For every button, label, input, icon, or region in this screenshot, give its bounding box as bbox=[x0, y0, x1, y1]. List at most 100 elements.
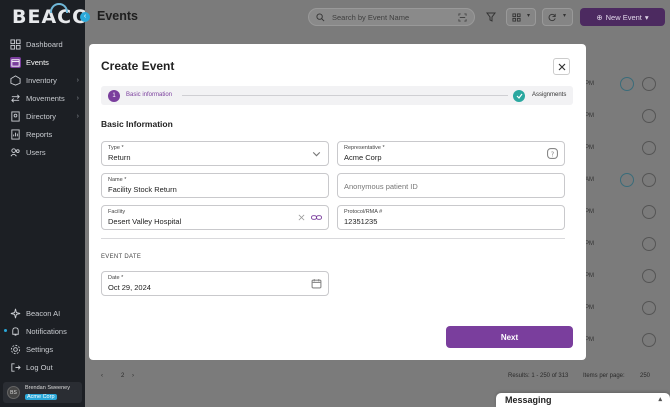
view-toggle-button[interactable]: ▾ bbox=[506, 8, 536, 26]
results-count: Results: 1 - 250 of 313 bbox=[508, 373, 569, 379]
copy-icon[interactable] bbox=[642, 333, 656, 347]
sidebar-collapse-button[interactable]: ‹ bbox=[80, 12, 90, 22]
logo-signal-icon bbox=[50, 3, 68, 13]
reports-icon bbox=[10, 128, 21, 140]
chevron-down-icon: ▾ bbox=[527, 13, 531, 19]
step-number-badge: 1 bbox=[108, 90, 120, 102]
users-icon bbox=[10, 147, 21, 158]
date-field[interactable]: Date * Oct 29, 2024 bbox=[101, 271, 329, 296]
sidebar-item-events[interactable]: Events bbox=[0, 54, 85, 70]
copy-icon[interactable] bbox=[642, 301, 656, 315]
items-per-page-label: Items per page: bbox=[583, 373, 625, 379]
search-input[interactable]: Search by Event Name bbox=[332, 13, 409, 22]
filter-icon[interactable] bbox=[486, 12, 496, 22]
items-per-page-select[interactable]: 250 bbox=[640, 373, 650, 379]
user-profile[interactable]: BS Brendan Sweeney Acme Corp bbox=[3, 382, 82, 403]
calendar-icon[interactable] bbox=[311, 278, 322, 289]
page-number[interactable]: 2 bbox=[121, 373, 124, 379]
bell-icon bbox=[10, 326, 21, 337]
avatar: BS bbox=[7, 386, 20, 399]
sidebar-item-label: Beacon AI bbox=[26, 308, 61, 318]
new-event-label: New Event bbox=[605, 12, 642, 22]
box-icon bbox=[10, 74, 21, 86]
chevron-down-icon: ▾ bbox=[563, 13, 567, 19]
representative-field[interactable]: Representative * Acme Corp ? bbox=[337, 141, 565, 166]
sidebar-item-inventory[interactable]: Inventory › bbox=[0, 72, 85, 88]
row-time: PM bbox=[585, 273, 594, 279]
chevron-down-icon: ▾ bbox=[644, 12, 649, 22]
messaging-label: Messaging bbox=[505, 395, 552, 405]
scan-icon[interactable] bbox=[458, 13, 467, 22]
next-button[interactable]: Next bbox=[446, 326, 573, 348]
name-value: Facility Stock Return bbox=[108, 185, 177, 194]
copy-icon[interactable] bbox=[642, 205, 656, 219]
chevron-right-icon: › bbox=[76, 112, 79, 120]
sidebar-item-movements[interactable]: Movements › bbox=[0, 90, 85, 106]
link-icon[interactable] bbox=[311, 212, 322, 223]
clear-icon[interactable] bbox=[298, 214, 305, 221]
chevron-down-icon bbox=[312, 152, 321, 157]
sidebar-item-beacon-ai[interactable]: Beacon AI bbox=[0, 305, 85, 321]
step-connector bbox=[182, 95, 508, 96]
copy-icon[interactable] bbox=[642, 237, 656, 251]
close-icon bbox=[558, 63, 565, 70]
sidebar-item-reports[interactable]: Reports bbox=[0, 126, 85, 142]
search-bar[interactable]: Search by Event Name bbox=[308, 8, 475, 26]
send-icon[interactable] bbox=[620, 77, 634, 91]
name-field[interactable]: Name * Facility Stock Return bbox=[101, 173, 329, 198]
sidebar-item-notifications[interactable]: Notifications bbox=[0, 323, 85, 339]
sidebar: BEACON Dashboard Events Inventory › Move… bbox=[0, 0, 105, 407]
sidebar-item-logout[interactable]: Log Out bbox=[0, 359, 85, 375]
search-icon bbox=[316, 13, 325, 22]
check-icon bbox=[516, 93, 522, 99]
next-page-button[interactable]: › bbox=[132, 373, 134, 379]
svg-text:?: ? bbox=[551, 150, 555, 158]
user-name: Brendan Sweeney bbox=[25, 385, 70, 391]
row-time: PM bbox=[585, 113, 594, 119]
date-value: Oct 29, 2024 bbox=[108, 283, 151, 292]
sidebar-item-dashboard[interactable]: Dashboard bbox=[0, 36, 85, 52]
chevron-right-icon: › bbox=[76, 76, 79, 84]
row-time: PM bbox=[585, 81, 594, 87]
type-label: Type * bbox=[108, 145, 124, 151]
row-time: PM bbox=[585, 337, 594, 343]
sidebar-item-label: Movements bbox=[26, 93, 65, 103]
facility-label: Facility bbox=[108, 209, 126, 215]
send-icon[interactable] bbox=[620, 173, 634, 187]
patient-id-field[interactable]: Anonymous patient ID bbox=[337, 173, 565, 198]
sidebar-item-settings[interactable]: Settings bbox=[0, 341, 85, 357]
divider bbox=[101, 238, 565, 239]
new-event-button[interactable]: ⊕ New Event ▾ bbox=[580, 8, 665, 26]
row-time: AM bbox=[585, 177, 594, 183]
close-button[interactable] bbox=[553, 58, 570, 75]
sidebar-item-directory[interactable]: Directory › bbox=[0, 108, 85, 124]
copy-icon[interactable] bbox=[642, 141, 656, 155]
help-icon[interactable]: ? bbox=[547, 148, 558, 159]
sidebar-item-users[interactable]: Users bbox=[0, 144, 85, 160]
copy-icon[interactable] bbox=[642, 77, 656, 91]
refresh-icon bbox=[548, 13, 556, 22]
chevron-up-icon[interactable]: ▴ bbox=[658, 395, 662, 403]
sidebar-item-label: Directory bbox=[26, 111, 57, 121]
copy-icon[interactable] bbox=[642, 109, 656, 123]
type-select[interactable]: Type * Return bbox=[101, 141, 329, 166]
protocol-field[interactable]: Protocol/RMA # 12351235 bbox=[337, 205, 565, 230]
event-date-title: EVENT DATE bbox=[101, 254, 142, 260]
step-basic-information[interactable]: Basic information bbox=[126, 92, 172, 98]
copy-icon[interactable] bbox=[642, 173, 656, 187]
sidebar-item-label: Dashboard bbox=[26, 39, 63, 49]
protocol-label: Protocol/RMA # bbox=[344, 209, 383, 215]
refresh-button[interactable]: ▾ bbox=[542, 8, 573, 26]
copy-icon[interactable] bbox=[642, 269, 656, 283]
user-org-badge: Acme Corp bbox=[25, 394, 57, 400]
protocol-value: 12351235 bbox=[344, 217, 378, 226]
logout-icon bbox=[10, 362, 21, 373]
arrows-icon bbox=[10, 93, 21, 104]
sidebar-item-label: Reports bbox=[26, 129, 53, 139]
chevron-right-icon: › bbox=[76, 94, 79, 102]
messaging-panel[interactable]: Messaging ▴ bbox=[496, 393, 670, 407]
prev-page-button[interactable]: ‹ bbox=[101, 373, 103, 379]
facility-field[interactable]: Facility Desert Valley Hospital bbox=[101, 205, 329, 230]
step-assignments[interactable]: Assignments bbox=[532, 92, 566, 98]
sidebar-item-label: Inventory bbox=[26, 75, 57, 85]
